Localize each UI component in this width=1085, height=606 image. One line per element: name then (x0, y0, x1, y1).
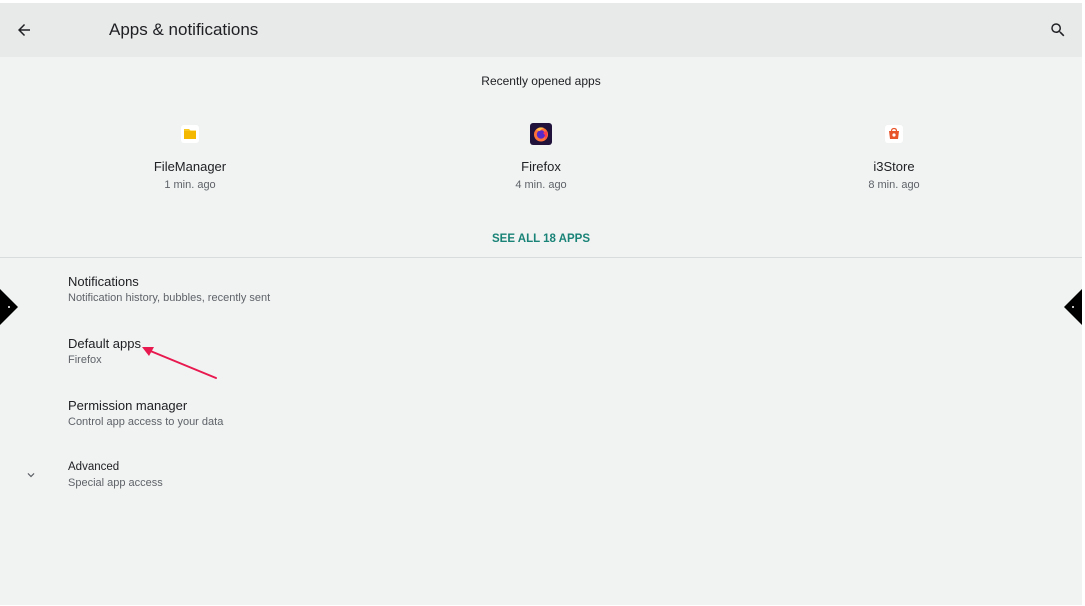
pref-summary: Control app access to your data (68, 416, 224, 428)
pref-permission-manager[interactable]: Permission manager Control app access to… (0, 383, 1082, 439)
app-bar: Apps & notifications (0, 3, 1082, 57)
recent-app-i3store[interactable]: i3Store 8 min. ago (784, 123, 1004, 193)
pref-summary: Firefox (68, 354, 102, 366)
app-name: i3Store (873, 159, 915, 174)
app-time: 8 min. ago (868, 179, 920, 191)
pref-summary: Special app access (68, 477, 163, 489)
search-button[interactable] (1042, 14, 1074, 46)
divider (0, 257, 1082, 258)
pref-title: Default apps (68, 336, 141, 351)
pref-title: Permission manager (68, 398, 188, 413)
recent-app-filemanager[interactable]: FileManager 1 min. ago (80, 123, 300, 193)
folder-icon (179, 123, 201, 145)
pref-title: Advanced (68, 461, 120, 473)
app-time: 1 min. ago (164, 179, 216, 191)
arrow-left-icon (18, 24, 30, 36)
see-all-apps-button[interactable]: SEE ALL 18 APPS (0, 231, 1082, 247)
recent-apps-header: Recently opened apps (481, 74, 601, 88)
pref-advanced[interactable]: Advanced Special app access (0, 445, 1082, 501)
pref-title: Notifications (68, 274, 139, 289)
pref-notifications[interactable]: Notifications Notification history, bubb… (0, 259, 1082, 315)
recent-app-firefox[interactable]: Firefox 4 min. ago (431, 123, 651, 193)
annotation-arrow-icon (142, 347, 217, 379)
right-edge-handle[interactable] (1064, 287, 1082, 327)
settings-screen: Apps & notifications Recently opened app… (0, 3, 1082, 605)
chevron-down-icon (22, 466, 40, 484)
app-time: 4 min. ago (515, 179, 567, 191)
app-name: FileManager (153, 159, 227, 174)
app-name: Firefox (521, 159, 561, 174)
search-icon (1051, 23, 1065, 37)
back-button[interactable] (8, 14, 40, 46)
page-title: Apps & notifications (109, 20, 259, 39)
left-edge-handle[interactable] (0, 287, 18, 327)
pref-summary: Notification history, bubbles, recently … (68, 292, 271, 304)
store-icon (883, 123, 905, 145)
firefox-icon (530, 123, 552, 145)
